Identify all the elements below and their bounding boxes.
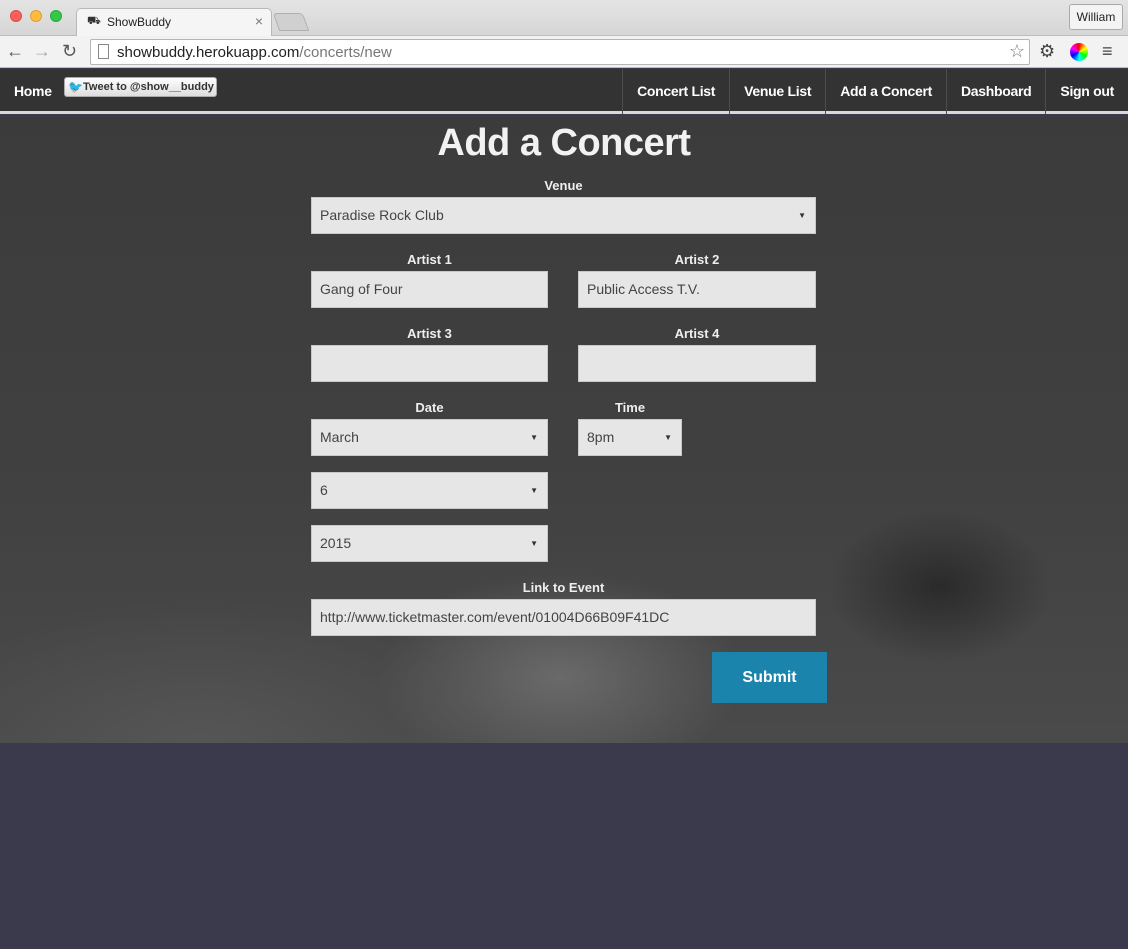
submit-button[interactable]: Submit xyxy=(712,652,827,703)
favicon-icon: ⛟ xyxy=(87,15,101,27)
nav-concert-list[interactable]: Concert List xyxy=(622,69,729,114)
event-link-input[interactable]: http://www.ticketmaster.com/event/01004D… xyxy=(311,599,816,636)
menu-icon[interactable]: ≡ xyxy=(1102,41,1113,61)
year-select[interactable]: 2015 ▼ xyxy=(311,525,548,562)
chevron-down-icon: ▼ xyxy=(664,433,672,442)
nav-home-link[interactable]: Home xyxy=(14,83,52,99)
bookmark-star-icon[interactable]: ☆ xyxy=(1009,41,1025,62)
forward-arrow-icon[interactable]: → xyxy=(33,41,51,61)
venue-value: Paradise Rock Club xyxy=(320,207,444,223)
tweet-label: Tweet to @show__buddy xyxy=(83,81,214,93)
chevron-down-icon: ▼ xyxy=(530,486,538,495)
chevron-down-icon: ▼ xyxy=(530,433,538,442)
time-value: 8pm xyxy=(587,429,615,445)
reload-icon[interactable]: ↻ xyxy=(62,41,77,61)
nav-dashboard[interactable]: Dashboard xyxy=(945,69,1045,114)
browser-tab-strip: ⛟ ShowBuddy × William xyxy=(0,0,1128,36)
url-text[interactable]: showbuddy.herokuapp.com/concerts/new xyxy=(117,44,392,61)
gear-icon[interactable]: ⚙ xyxy=(1039,41,1055,61)
color-extension-icon[interactable] xyxy=(1070,43,1088,61)
tab-close-icon[interactable]: × xyxy=(255,13,263,29)
month-value: March xyxy=(320,429,359,445)
crowd-background xyxy=(0,743,1128,949)
url-host: showbuddy.herokuapp.com xyxy=(117,44,300,61)
back-arrow-icon[interactable]: ← xyxy=(6,41,24,61)
artist2-label: Artist 2 xyxy=(674,252,720,267)
link-label: Link to Event xyxy=(522,580,605,595)
artist3-label: Artist 3 xyxy=(407,326,452,341)
time-label: Time xyxy=(614,400,646,415)
close-window-button[interactable] xyxy=(10,10,22,22)
twitter-bird-icon: 🐦 xyxy=(68,80,83,94)
date-label: Date xyxy=(415,400,444,415)
day-value: 6 xyxy=(320,482,328,498)
month-select[interactable]: March ▼ xyxy=(311,419,548,456)
page-title: Add a Concert xyxy=(437,122,691,164)
chevron-down-icon: ▼ xyxy=(798,211,806,220)
nav-venue-list[interactable]: Venue List xyxy=(729,69,825,114)
artist3-input[interactable] xyxy=(311,345,548,382)
url-path: /concerts/new xyxy=(299,44,392,61)
page-icon xyxy=(98,44,109,59)
year-value: 2015 xyxy=(320,535,352,551)
minimize-window-button[interactable] xyxy=(30,10,42,22)
tweet-button[interactable]: 🐦 Tweet to @show__buddy xyxy=(64,77,217,97)
time-select[interactable]: 8pm ▼ xyxy=(578,419,682,456)
nav-add-concert[interactable]: Add a Concert xyxy=(825,69,946,114)
address-bar[interactable]: showbuddy.herokuapp.com/concerts/new ☆ xyxy=(90,39,1030,65)
new-tab-button[interactable] xyxy=(272,13,310,31)
chevron-down-icon: ▼ xyxy=(530,539,538,548)
artist4-input[interactable] xyxy=(578,345,816,382)
profile-button[interactable]: William xyxy=(1069,4,1123,30)
nav-sign-out[interactable]: Sign out xyxy=(1045,69,1128,114)
venue-label: Venue xyxy=(544,178,583,193)
site-navbar: Home 🐦 Tweet to @show__buddy Concert Lis… xyxy=(0,69,1128,114)
tab-title: ShowBuddy xyxy=(107,15,172,29)
artist1-input[interactable]: Gang of Four xyxy=(311,271,548,308)
nav-links: Concert List Venue List Add a Concert Da… xyxy=(622,69,1128,114)
browser-tab[interactable]: ⛟ ShowBuddy × xyxy=(76,8,272,36)
artist4-label: Artist 4 xyxy=(674,326,720,341)
day-select[interactable]: 6 ▼ xyxy=(311,472,548,509)
venue-select[interactable]: Paradise Rock Club ▼ xyxy=(311,197,816,234)
artist1-label: Artist 1 xyxy=(407,252,452,267)
maximize-window-button[interactable] xyxy=(50,10,62,22)
artist2-input[interactable]: Public Access T.V. xyxy=(578,271,816,308)
browser-toolbar: ← → ↻ showbuddy.herokuapp.com/concerts/n… xyxy=(0,36,1128,68)
